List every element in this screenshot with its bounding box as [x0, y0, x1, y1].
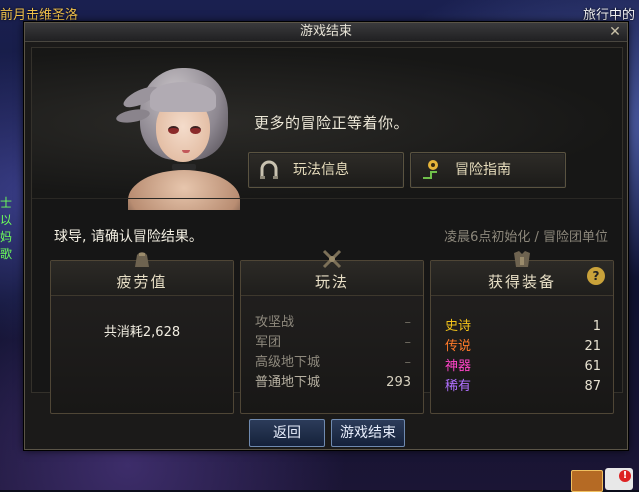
chat-overlay-left: 前月击维圣洛 [0, 8, 79, 23]
armor-icon [514, 251, 530, 267]
side-char: 妈 [0, 230, 13, 244]
gameplay-info-button[interactable]: 玩法信息 [248, 152, 404, 188]
mail-alert-icon[interactable] [605, 468, 633, 490]
end-game-button[interactable]: 游戏结束 [331, 419, 405, 447]
equipment-title: 获得装备 [487, 273, 556, 291]
mode-row: 普通地下城 293 [255, 373, 411, 393]
dialog-body: 更多的冒险正等着你。 玩法信息 冒险指南 球导, 请确认冒险结果。 凌晨6点初始… [31, 47, 623, 414]
gear-row: 史诗 1 [445, 317, 601, 337]
adventure-guide-button[interactable]: 冒险指南 [410, 152, 566, 188]
rarity-name: 神器 [445, 359, 472, 374]
fatigue-title: 疲劳值 [116, 273, 168, 291]
close-button[interactable]: ✕ [607, 23, 623, 41]
gameplay-title: 玩法 [314, 273, 349, 291]
side-char: 歌 [0, 247, 13, 261]
crossed-axes-icon [322, 249, 342, 269]
adventure-guide-label: 冒险指南 [455, 162, 511, 178]
confirm-message: 球导, 请确认冒险结果。 [54, 229, 203, 245]
rarity-count: 21 [584, 339, 601, 354]
corner-tray [569, 466, 639, 492]
rarity-count: 61 [584, 359, 601, 374]
mode-value: – [404, 355, 412, 370]
side-char: 士 [0, 196, 13, 210]
mode-value: – [404, 315, 412, 330]
gear-row: 传说 21 [445, 337, 601, 357]
gear-row: 神器 61 [445, 357, 601, 377]
fatigue-consumed: 共消耗2,628 [103, 325, 181, 340]
tagline: 更多的冒险正等着你。 [254, 114, 410, 132]
mode-row: 攻坚战 – [255, 313, 411, 333]
treasure-chest-icon[interactable] [571, 470, 603, 492]
mode-value: – [404, 335, 412, 350]
mode-name: 高级地下城 [255, 355, 321, 370]
game-end-dialog: 游戏结束 ✕ 更多的冒险正等着你。 玩法信息 冒险指南 球导, 请确认冒险结果。… [24, 22, 628, 450]
divider [32, 198, 622, 199]
mode-row: 高级地下城 – [255, 353, 411, 373]
map-pin-icon [423, 160, 438, 179]
pouch-icon [135, 252, 149, 267]
character-portrait [106, 60, 256, 210]
mode-name: 攻坚战 [255, 315, 295, 330]
rarity-name: 史诗 [445, 319, 472, 334]
side-char: 以 [0, 213, 13, 227]
mode-row: 军团 – [255, 333, 411, 353]
gear-row: 稀有 87 [445, 377, 601, 397]
dialog-title: 游戏结束 [25, 23, 627, 42]
back-button[interactable]: 返回 [249, 419, 325, 447]
mode-value: 293 [386, 375, 411, 390]
panel-header: 玩法 [241, 249, 423, 296]
gameplay-info-label: 玩法信息 [293, 162, 349, 178]
rarity-name: 传说 [445, 339, 472, 354]
help-icon[interactable]: ? [587, 267, 605, 285]
rarity-count: 87 [584, 379, 601, 394]
chat-overlay-right: 旅行中的 [582, 8, 635, 23]
gameplay-panel: 玩法 攻坚战 – 军团 – 高级地下城 – 普通地下城 293 [240, 249, 424, 414]
horseshoe-icon [260, 160, 278, 179]
mode-name: 普通地下城 [255, 375, 321, 390]
rarity-name: 稀有 [445, 379, 472, 394]
panel-header: 获得装备 ? [431, 251, 613, 296]
side-chat-text: 士 以 妈 歌 [0, 195, 16, 263]
equipment-panel: 获得装备 ? 史诗 1 传说 21 神器 61 稀有 87 [430, 251, 614, 414]
mode-name: 军团 [255, 335, 282, 350]
reset-note: 凌晨6点初始化 / 冒险团单位 [444, 230, 608, 245]
fatigue-panel: 疲劳值 共消耗2,628 [50, 252, 234, 414]
panel-header: 疲劳值 [51, 252, 233, 296]
rarity-count: 1 [592, 319, 601, 334]
